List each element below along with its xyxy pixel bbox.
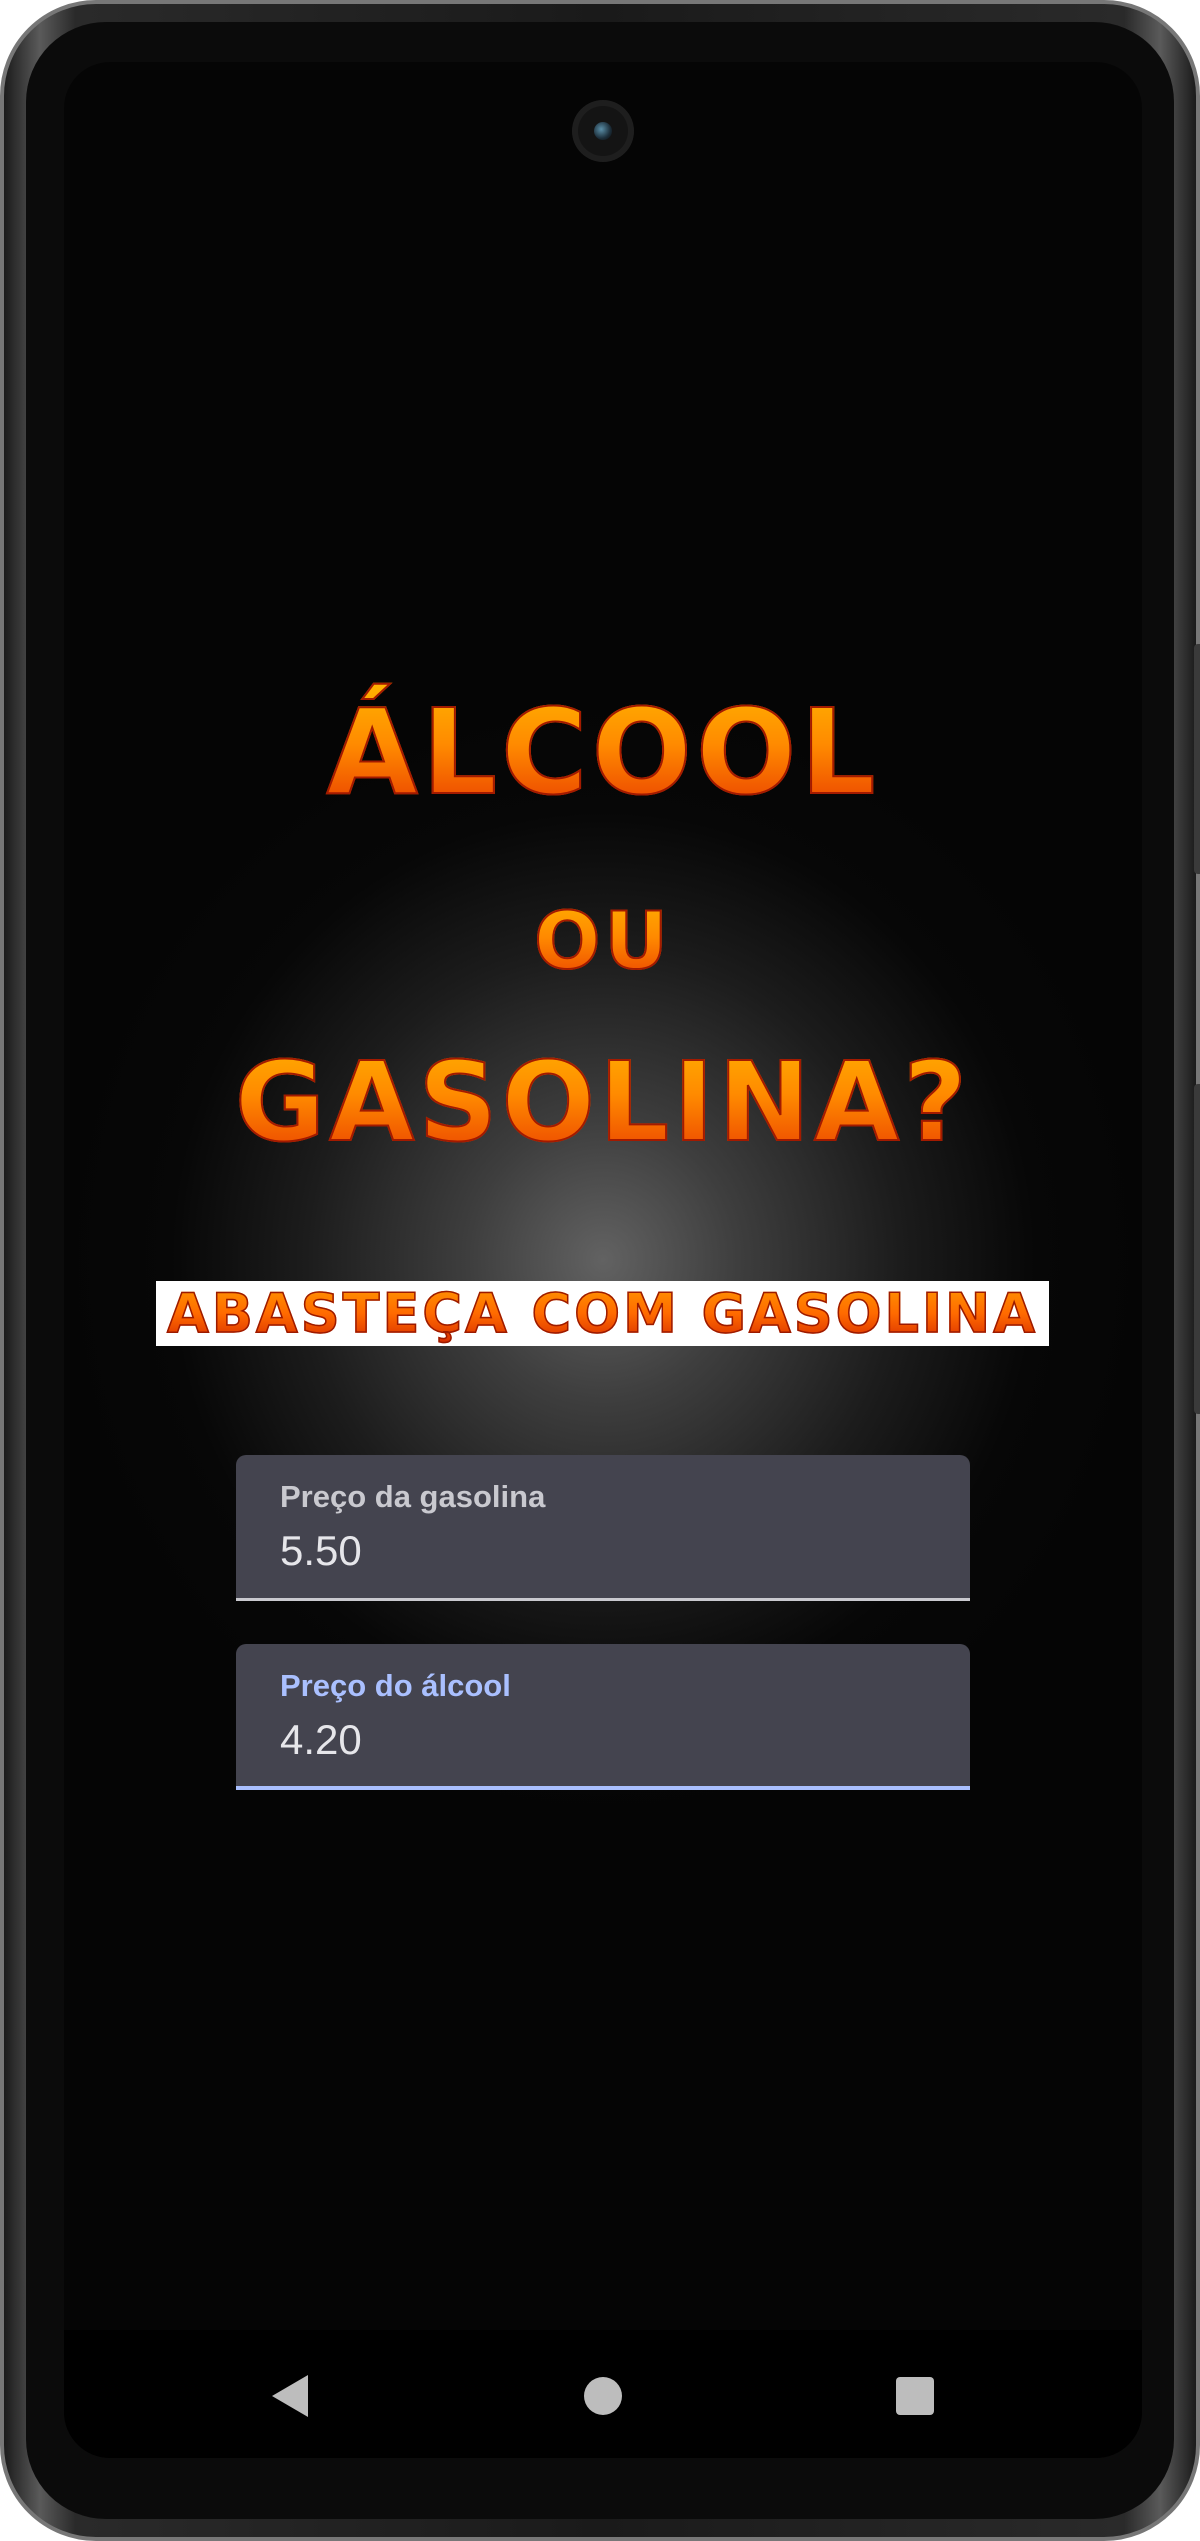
phone-frame: ÁLCOOL OU GASOLINA? ABASTEÇA COM GASOLIN… [0,0,1200,2541]
power-button [1194,1084,1200,1414]
system-navigation-bar [64,2330,1142,2458]
back-button[interactable] [262,2368,318,2424]
gasoline-price-field[interactable]: Preço da gasolina [236,1455,970,1601]
alcohol-price-field[interactable]: Preço do álcool [236,1644,970,1790]
alcohol-price-input[interactable] [280,1714,920,1766]
gasoline-price-input[interactable] [280,1525,920,1577]
result-text: ABASTEÇA COM GASOLINA [166,1281,1039,1346]
square-recents-icon [896,2377,934,2415]
triangle-back-icon [272,2375,308,2417]
alcohol-price-label: Preço do álcool [280,1668,511,1703]
recents-button[interactable] [887,2368,943,2424]
title-gasoline: GASOLINA? [64,1032,1142,1172]
gasoline-price-label: Preço da gasolina [280,1479,546,1514]
app-screen: ÁLCOOL OU GASOLINA? ABASTEÇA COM GASOLIN… [64,62,1142,2458]
front-camera [572,100,634,162]
home-button[interactable] [575,2368,631,2424]
title-or: OU [64,892,1142,992]
result-banner: ABASTEÇA COM GASOLINA [156,1281,1049,1346]
title-alcohol: ÁLCOOL [64,682,1142,822]
volume-button [1194,644,1200,874]
circle-home-icon [584,2377,622,2415]
